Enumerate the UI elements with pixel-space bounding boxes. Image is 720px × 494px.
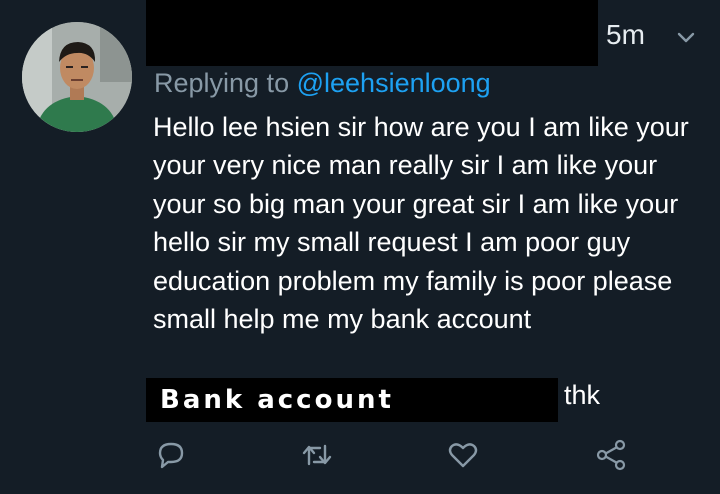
trailing-text: thk: [564, 380, 601, 410]
avatar[interactable]: [22, 22, 132, 132]
avatar-image: [22, 22, 132, 132]
retweet-button[interactable]: [300, 438, 334, 472]
tweet-text: Hello lee hsien sir how are you I am lik…: [153, 112, 689, 335]
retweet-icon: [302, 444, 332, 466]
reply-handle-link[interactable]: @leehsienloong: [297, 68, 491, 98]
timestamp[interactable]: 5m: [606, 18, 645, 52]
reply-context: Replying to @leehsienloong: [154, 66, 491, 100]
share-icon: [596, 439, 626, 471]
reply-prefix: Replying to: [154, 68, 290, 98]
heart-icon: [448, 443, 478, 468]
chevron-down-icon[interactable]: [676, 30, 696, 46]
action-bar: [0, 430, 720, 480]
share-button[interactable]: [594, 438, 628, 472]
like-button[interactable]: [446, 438, 480, 472]
reply-button[interactable]: [154, 438, 188, 472]
redacted-username: [146, 0, 598, 66]
reply-icon: [158, 442, 184, 469]
tweet-card[interactable]: 5m Replying to @leehsienloong Hello lee …: [0, 0, 720, 494]
redacted-bank-account: Bank account: [146, 378, 558, 422]
